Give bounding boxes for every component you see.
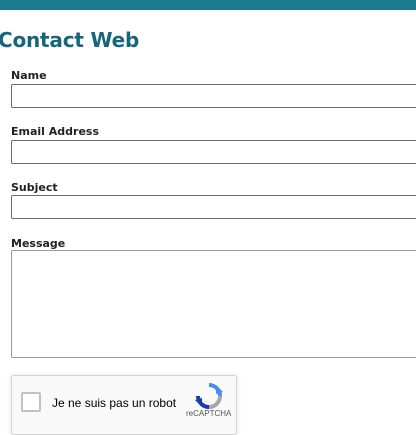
name-label: Name: [11, 69, 47, 82]
subject-label: Subject: [11, 181, 58, 194]
name-field[interactable]: [11, 84, 416, 108]
message-textarea[interactable]: [11, 250, 416, 358]
subject-field[interactable]: [11, 195, 416, 219]
message-label: Message: [11, 237, 66, 250]
recaptcha-checkbox[interactable]: [21, 392, 41, 412]
recaptcha-brand: reCAPTCHA: [186, 409, 232, 418]
recaptcha-widget: Je ne suis pas un robot reCAPTCHA: [11, 375, 237, 435]
page-title: Contact Web: [0, 28, 140, 52]
recaptcha-logo-icon: [195, 383, 223, 409]
email-field[interactable]: [11, 140, 416, 164]
recaptcha-label: Je ne suis pas un robot: [52, 396, 177, 410]
top-accent-bar: [0, 0, 416, 10]
email-label: Email Address: [11, 125, 100, 138]
